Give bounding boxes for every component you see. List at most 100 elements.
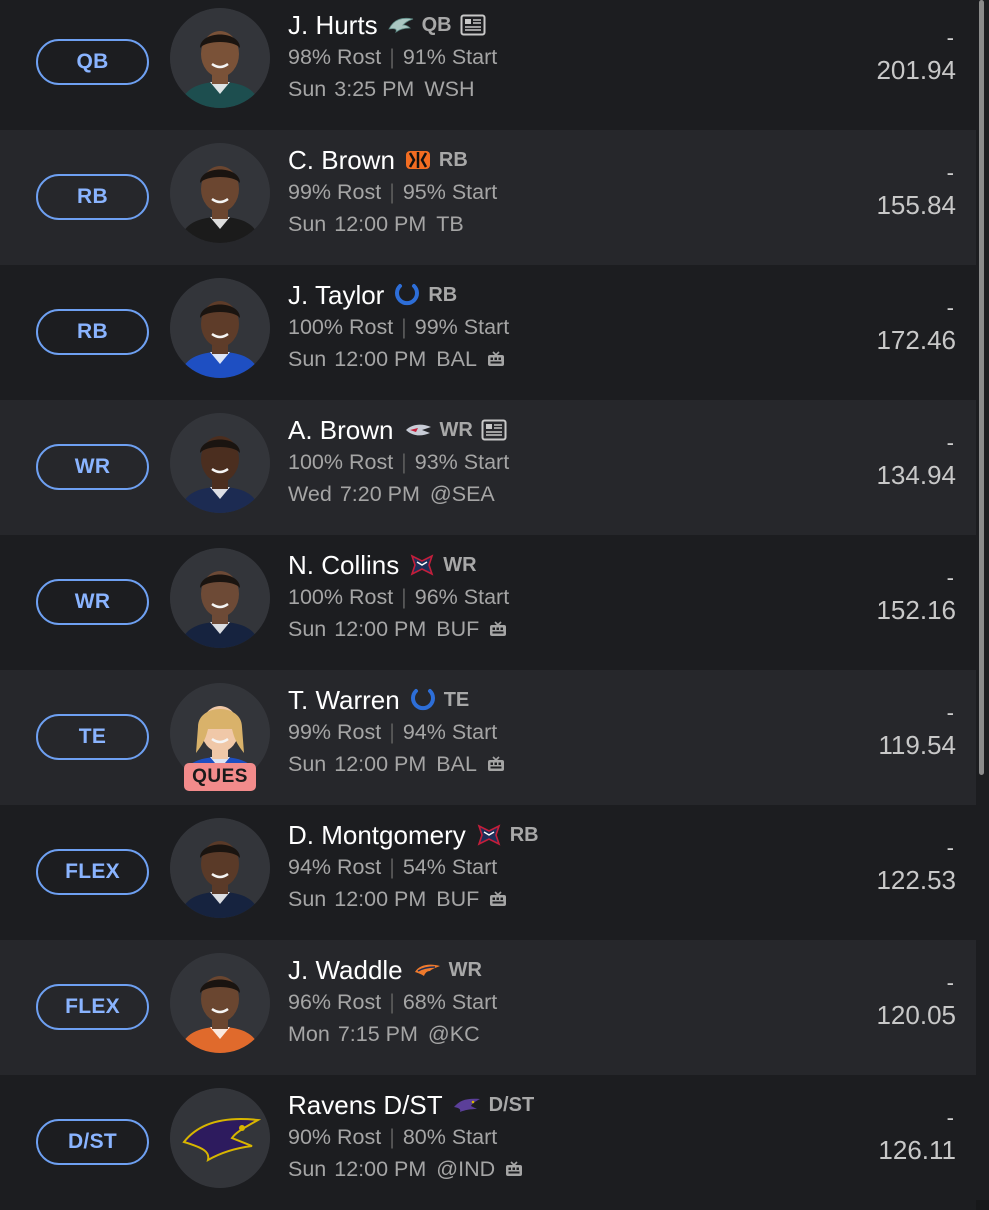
player-headshot[interactable] — [170, 8, 270, 108]
tv-icon — [489, 621, 507, 637]
game-day: Sun — [288, 211, 327, 236]
player-row[interactable]: QB J. Hurts QB 98% Rost | 91% Start Sun 3:25 PM… — [0, 0, 976, 130]
player-row[interactable]: WR A. Brown WR 100% Rost | 93% Start Wed 7:20 P… — [0, 400, 976, 535]
texans-logo — [409, 553, 435, 577]
projected-points: 172.46 — [876, 325, 956, 355]
lineup-slot-button[interactable]: WR — [36, 579, 149, 625]
projected-points: 120.05 — [876, 1000, 956, 1030]
player-row[interactable]: RB J. Taylor RB 100% Rost | 99% Start Sun 12:00… — [0, 265, 976, 400]
rostered-pct: 94% Rost — [288, 854, 382, 879]
news-icon[interactable] — [481, 419, 507, 441]
game-time: 7:15 PM — [337, 1021, 418, 1046]
player-name-link[interactable]: N. Collins — [288, 550, 399, 581]
news-icon[interactable] — [460, 14, 486, 36]
player-row[interactable]: RB C. Brown RB 99% Rost | 95% Start Sun 12:00 P… — [0, 130, 976, 265]
actual-points: - — [946, 565, 954, 590]
opponent: BAL — [436, 346, 477, 371]
player-name-link[interactable]: D. Montgomery — [288, 820, 466, 851]
player-position: WR — [439, 418, 473, 441]
game-day: Sun — [288, 616, 327, 641]
lineup-slot-button[interactable]: D/ST — [36, 1119, 149, 1165]
separator: | — [389, 1124, 395, 1149]
game-time: 12:00 PM — [334, 751, 427, 776]
rostered-pct: 100% Rost — [288, 449, 394, 474]
player-row[interactable]: WR N. Collins WR 100% Rost | 96% Start Sun 12:0… — [0, 535, 976, 670]
actual-points: - — [946, 1105, 954, 1130]
projected-points: 152.16 — [876, 595, 956, 625]
rostered-pct: 99% Rost — [288, 179, 382, 204]
player-headshot[interactable] — [170, 143, 270, 243]
player-name-link[interactable]: C. Brown — [288, 145, 395, 176]
started-pct: 94% Start — [402, 719, 498, 744]
player-headshot[interactable] — [170, 278, 270, 378]
started-pct: 80% Start — [402, 1124, 498, 1149]
tv-icon — [487, 351, 505, 367]
player-info: J. Waddle WR 96% Rost | 68% Start Mon 7:15 PM @… — [288, 954, 497, 1050]
started-pct: 99% Start — [414, 314, 510, 339]
player-name-link[interactable]: J. Waddle — [288, 955, 403, 986]
player-position: WR — [443, 553, 477, 576]
game-time: 12:00 PM — [334, 1156, 427, 1181]
lineup-slot-button[interactable]: FLEX — [36, 849, 149, 895]
lineup-slot-button[interactable]: RB — [36, 174, 149, 220]
game-day: Sun — [288, 346, 327, 371]
actual-points: - — [946, 430, 954, 455]
player-row[interactable]: D/ST Ravens D/ST D/ST 90% Rost | 80% Start Sun… — [0, 1075, 976, 1210]
projected-points: 201.94 — [876, 55, 956, 85]
player-name-link[interactable]: T. Warren — [288, 685, 400, 716]
game-day: Mon — [288, 1021, 330, 1046]
player-info: A. Brown WR 100% Rost | 93% Start Wed 7:20 PM @… — [288, 414, 509, 510]
player-row[interactable]: TE QUES T. Warren TE 99% Rost | 94% Start Sun 12… — [0, 670, 976, 805]
ravens-logo — [453, 1096, 481, 1114]
player-info: J. Hurts QB 98% Rost | 91% Start Sun 3:25 PM WS… — [288, 9, 497, 105]
lineup-slot-button[interactable]: FLEX — [36, 984, 149, 1030]
projected-points: 119.54 — [878, 730, 956, 760]
player-name-link[interactable]: J. Hurts — [288, 10, 378, 41]
started-pct: 68% Start — [402, 989, 498, 1014]
player-info: N. Collins WR 100% Rost | 96% Start Sun 12:00 … — [288, 549, 509, 645]
tv-icon — [505, 1161, 523, 1177]
player-headshot[interactable] — [170, 1088, 270, 1188]
rostered-pct: 96% Rost — [288, 989, 382, 1014]
actual-points: - — [946, 835, 954, 860]
player-headshot[interactable] — [170, 413, 270, 513]
opponent: BUF — [436, 616, 480, 641]
player-row[interactable]: FLEX J. Waddle WR 96% Rost | 68% Start Mon 7:15… — [0, 940, 976, 1075]
player-headshot[interactable] — [170, 818, 270, 918]
opponent: BUF — [436, 886, 480, 911]
eagles-logo — [387, 16, 414, 34]
scrollbar-thumb[interactable] — [979, 0, 984, 775]
rostered-pct: 99% Rost — [288, 719, 382, 744]
player-row[interactable]: FLEX D. Montgomery RB 94% Rost | 54% Start Sun… — [0, 805, 976, 940]
player-headshot[interactable] — [170, 953, 270, 1053]
lineup-slot-button[interactable]: RB — [36, 309, 149, 355]
bengals-logo — [405, 149, 431, 171]
player-name-link[interactable]: A. Brown — [288, 415, 394, 446]
started-pct: 91% Start — [402, 44, 498, 69]
actual-points: - — [946, 970, 954, 995]
broncos-logo — [413, 962, 441, 978]
game-day: Sun — [288, 751, 327, 776]
player-position: RB — [428, 283, 458, 306]
tv-icon — [487, 756, 505, 772]
player-headshot[interactable] — [170, 548, 270, 648]
rostered-pct: 90% Rost — [288, 1124, 382, 1149]
player-position: TE — [443, 688, 470, 711]
started-pct: 95% Start — [402, 179, 498, 204]
player-position: RB — [438, 148, 468, 171]
opponent: BAL — [436, 751, 477, 776]
opponent: @SEA — [429, 481, 495, 506]
game-day: Sun — [288, 886, 327, 911]
game-time: 12:00 PM — [334, 616, 427, 641]
player-name-link[interactable]: Ravens D/ST — [288, 1090, 443, 1121]
lineup-slot-button[interactable]: WR — [36, 444, 149, 490]
player-info: J. Taylor RB 100% Rost | 99% Start Sun 12:00 P… — [288, 279, 509, 375]
projected-points: 134.94 — [876, 460, 956, 490]
game-time: 12:00 PM — [334, 211, 427, 236]
scrollbar[interactable] — [976, 0, 989, 1200]
lineup-slot-button[interactable]: TE — [36, 714, 149, 760]
opponent: WSH — [424, 76, 475, 101]
lineup-slot-button[interactable]: QB — [36, 39, 149, 85]
player-name-link[interactable]: J. Taylor — [288, 280, 384, 311]
opponent: @KC — [427, 1021, 480, 1046]
